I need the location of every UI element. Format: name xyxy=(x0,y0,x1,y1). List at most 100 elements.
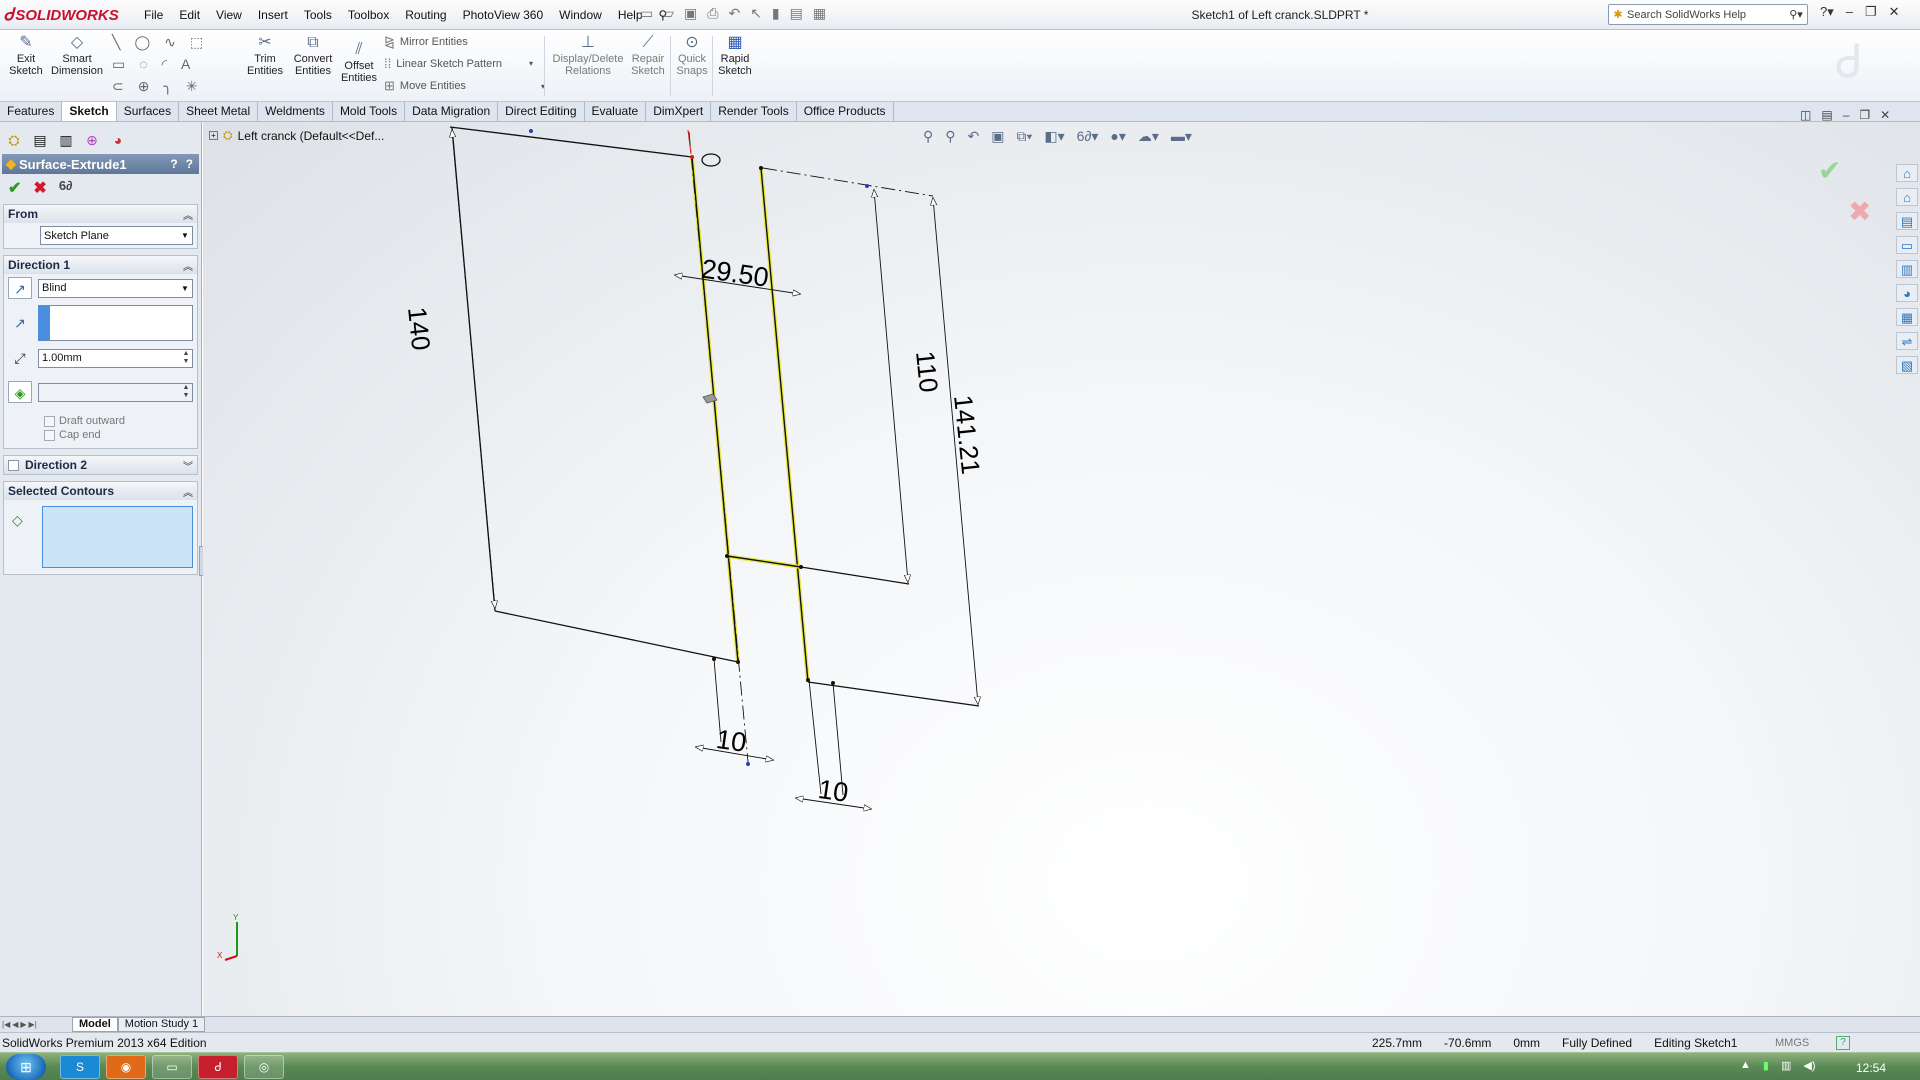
feature-manager-tab-icon[interactable]: ⛭ xyxy=(2,130,26,150)
tab-evaluate[interactable]: Evaluate xyxy=(585,102,647,121)
collapse-icon[interactable]: ︽ xyxy=(183,207,197,222)
dim-text-141-21[interactable]: 141.21 xyxy=(948,394,986,476)
expand-icon[interactable]: ︾ xyxy=(183,458,197,473)
prev-tab-icon[interactable]: ◀ xyxy=(12,1020,18,1029)
search-icon[interactable]: ⚲▾ xyxy=(1785,8,1807,21)
direction1-header[interactable]: Direction 1 ︽ xyxy=(4,256,197,274)
doc-close-icon[interactable]: ✕ xyxy=(1880,108,1890,122)
appearances-icon[interactable]: ◕ xyxy=(1896,284,1918,302)
smart-dimension-button[interactable]: ◇ Smart Dimension xyxy=(50,33,104,77)
last-tab-icon[interactable]: ▶| xyxy=(29,1020,37,1029)
custom-properties-icon[interactable]: ▦ xyxy=(1896,308,1918,326)
point-icon[interactable]: ⊕ xyxy=(138,78,150,95)
offset-entities-button[interactable]: ⫽ Offset Entities xyxy=(338,40,380,84)
draft-angle-input[interactable]: ▲ ▼ xyxy=(38,382,193,402)
solidworks-resources-icon[interactable]: ⌂ xyxy=(1896,164,1918,182)
edit-appearance-icon[interactable]: ●▾ xyxy=(1110,128,1125,145)
minimize-icon[interactable]: – xyxy=(1846,4,1853,20)
display-delete-relations-button[interactable]: ⊥ Display/Delete Relations xyxy=(550,33,626,77)
unit-system[interactable]: MMGS xyxy=(1775,1037,1809,1049)
forum-icon[interactable]: ⇌ xyxy=(1896,332,1918,350)
dim-text-10-left[interactable]: 10 xyxy=(714,724,748,758)
tab-motion-study[interactable]: Motion Study 1 xyxy=(117,1017,206,1032)
solidworks-logo[interactable]: Ꮷ SOLIDWORKS xyxy=(4,4,122,26)
previous-view-icon[interactable]: ↶ xyxy=(968,128,980,145)
end-condition-select[interactable]: Blind ▼ xyxy=(38,278,193,298)
options-icon[interactable]: ▦ xyxy=(813,5,826,22)
display-style-icon[interactable]: ◧▾ xyxy=(1044,128,1064,145)
dim-text-29-50[interactable]: 29.50 xyxy=(699,254,770,293)
direction2-checkbox[interactable] xyxy=(8,459,19,471)
design-library-icon[interactable]: ⌂ xyxy=(1896,188,1918,206)
rebuild-icon[interactable]: ▮ xyxy=(772,5,780,22)
cancel-sketch-icon[interactable]: ✖ xyxy=(1848,195,1871,228)
menu-edit[interactable]: Edit xyxy=(171,7,208,23)
rectangle-icon[interactable]: ▭ xyxy=(112,56,125,73)
circle-icon[interactable]: ◯ xyxy=(134,34,150,51)
tab-direct-editing[interactable]: Direct Editing xyxy=(498,102,585,121)
draft-on-off-icon[interactable]: ◈ xyxy=(8,381,32,403)
open-icon[interactable]: ▱ xyxy=(663,5,674,22)
view-orientation-icon[interactable]: ⧉▾ xyxy=(1017,128,1033,145)
draft-outward-checkbox[interactable]: Draft outward xyxy=(4,414,197,428)
menu-routing[interactable]: Routing xyxy=(397,7,454,23)
quick-snaps-button[interactable]: ⊙ Quick Snaps xyxy=(674,33,710,77)
doc-minimize-icon[interactable]: – xyxy=(1843,108,1850,122)
tile-vertical-icon[interactable]: ▤ xyxy=(1821,108,1832,122)
tab-features[interactable]: Features xyxy=(0,102,63,121)
exit-sketch-button[interactable]: ✎ Exit Sketch xyxy=(8,33,44,77)
tab-surfaces[interactable]: Surfaces xyxy=(117,102,180,121)
menu-toolbox[interactable]: Toolbox xyxy=(340,7,397,23)
menu-file[interactable]: File xyxy=(136,7,171,23)
slot-icon[interactable]: ⊂ xyxy=(112,78,124,95)
folder-icon[interactable]: ▭ xyxy=(1896,236,1918,254)
spin-arrows-icon[interactable]: ▲ ▼ xyxy=(180,384,192,400)
undo-icon[interactable]: ↶ xyxy=(728,5,740,22)
save-icon[interactable]: ▣ xyxy=(684,5,697,22)
battery-icon[interactable]: ▮ xyxy=(1763,1059,1769,1072)
depth-input[interactable]: 1.00mm ▲ ▼ xyxy=(38,348,193,368)
volume-icon[interactable]: ◀) xyxy=(1803,1059,1815,1072)
apply-scene-icon[interactable]: ☁▾ xyxy=(1138,128,1159,145)
trim-entities-button[interactable]: ✂ Trim Entities xyxy=(244,33,286,77)
doc-restore-icon[interactable]: ❐ xyxy=(1859,108,1870,122)
repair-sketch-button[interactable]: ⟋ Repair Sketch xyxy=(628,33,668,77)
text-icon[interactable]: A xyxy=(181,56,190,73)
zoom-to-area-icon[interactable]: ⚲ xyxy=(945,128,955,145)
detailed-preview-icon[interactable]: 6∂ xyxy=(59,178,73,196)
select-icon[interactable]: ↖ xyxy=(750,5,762,22)
tile-horizontal-icon[interactable]: ◫ xyxy=(1800,108,1811,122)
menu-insert[interactable]: Insert xyxy=(250,7,296,23)
from-select[interactable]: Sketch Plane ▼ xyxy=(40,226,193,245)
dim-text-10-right[interactable]: 10 xyxy=(816,774,850,808)
first-tab-icon[interactable]: |◀ xyxy=(2,1020,10,1029)
convert-entities-button[interactable]: ⧉ Convert Entities xyxy=(290,33,336,77)
file-explorer-taskbar-icon[interactable]: ▭ xyxy=(152,1055,192,1079)
move-entities-button[interactable]: ⊞ Move Entities ▾ xyxy=(384,78,545,94)
menu-window[interactable]: Window xyxy=(551,7,610,23)
search-results-icon[interactable]: ▥ xyxy=(1896,260,1918,278)
tab-model[interactable]: Model xyxy=(72,1017,118,1032)
graphics-area[interactable]: 140 29.50 110 141.21 10 10 + ⛭ Left cran… xyxy=(203,122,1920,1018)
help-search-input[interactable]: Search SolidWorks Help xyxy=(1627,9,1785,21)
chevron-down-icon[interactable]: ▾ xyxy=(529,59,533,68)
direction-selection-box[interactable] xyxy=(38,305,193,341)
line-icon[interactable]: ╲ xyxy=(112,34,120,51)
property-manager-tab-icon[interactable]: ▤ xyxy=(28,130,52,150)
print-icon[interactable]: ⎙ xyxy=(707,5,718,22)
collapse-icon[interactable]: ︽ xyxy=(183,484,197,499)
next-tab-icon[interactable]: ▶ xyxy=(20,1020,26,1029)
feature-tree-flyout[interactable]: + ⛭ Left cranck (Default<<Def... xyxy=(209,128,384,143)
view-settings-icon[interactable]: ▬▾ xyxy=(1171,128,1192,145)
tab-render-tools[interactable]: Render Tools xyxy=(711,102,797,121)
tab-weldments[interactable]: Weldments xyxy=(258,102,333,121)
expand-icon[interactable]: + xyxy=(209,131,218,140)
fillet-icon[interactable]: ╮ xyxy=(163,78,171,95)
dim-text-140[interactable]: 140 xyxy=(402,306,436,352)
help-icon[interactable]: ? xyxy=(186,157,193,171)
menu-tools[interactable]: Tools xyxy=(296,7,340,23)
restore-icon[interactable]: ❐ xyxy=(1865,4,1877,20)
new-document-icon[interactable]: ▭ xyxy=(640,5,653,22)
zoom-to-fit-icon[interactable]: ⚲ xyxy=(923,128,933,145)
cap-end-checkbox[interactable]: Cap end xyxy=(4,428,197,442)
